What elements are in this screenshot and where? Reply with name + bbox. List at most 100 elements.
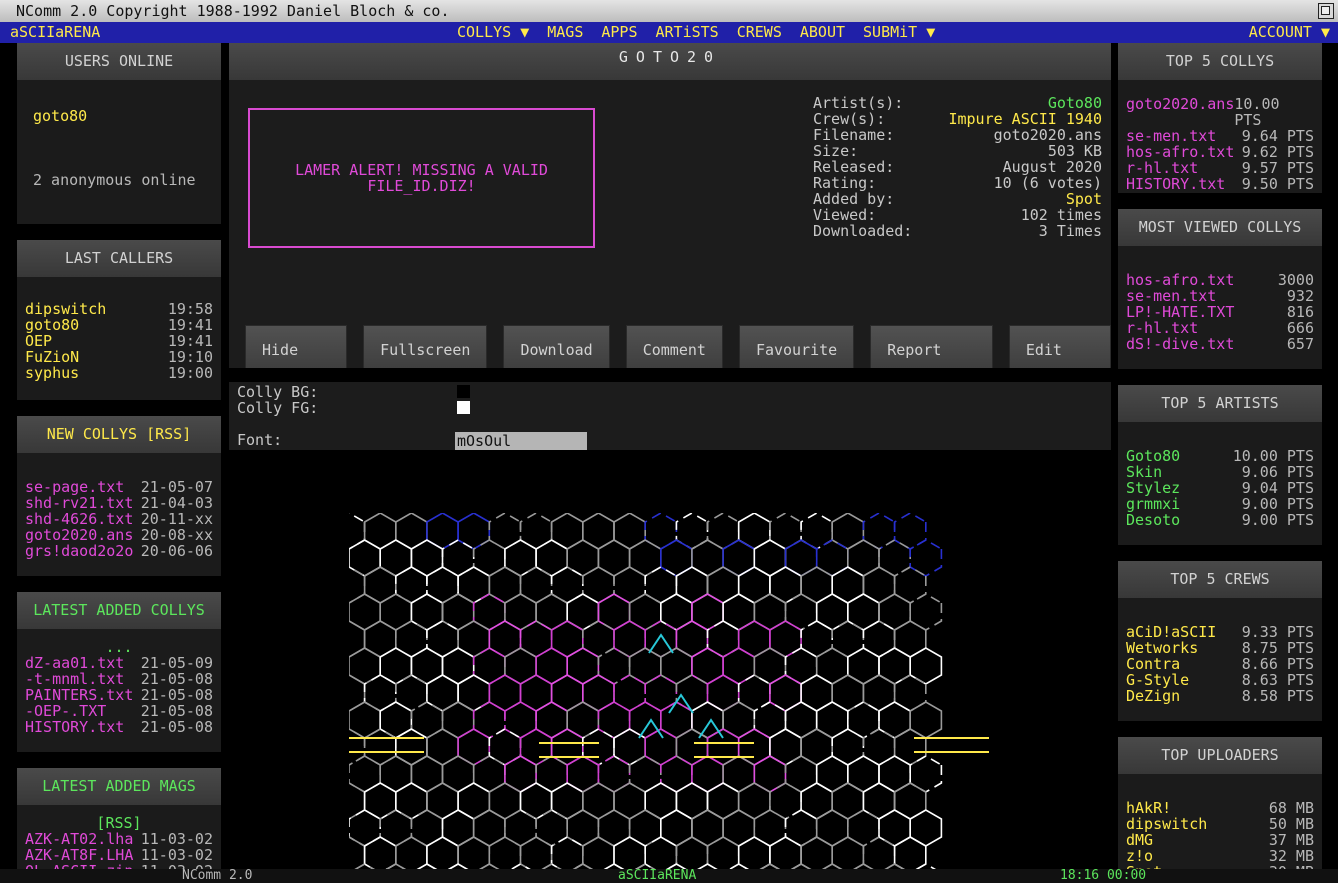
uploader-row[interactable]: z!o 32 MB [1126,848,1314,864]
menu-item-crews[interactable]: CREWS [737,22,782,43]
top-colly-row-name[interactable]: hos-afro.txt [1126,144,1234,160]
viewed-colly-row-name[interactable]: se-men.txt [1126,288,1216,304]
colly-row[interactable]: goto2020.ans 20-08-xx [25,527,213,543]
meta-value[interactable]: Impure ASCII 1940 [948,111,1102,127]
hide-colly-button[interactable]: Hide Colly [245,325,348,407]
top-colly-row[interactable]: r-hl.txt 9.57 PTS [1126,160,1314,176]
viewed-colly-row-name[interactable]: hos-afro.txt [1126,272,1234,288]
viewed-colly-row-name[interactable]: LP!-HATE.TXT [1126,304,1234,320]
comment-button[interactable]: Comment [625,325,723,373]
crew-row-name[interactable]: aCiD!aSCII [1126,624,1216,640]
favourite-button[interactable]: Favourite [738,325,855,373]
crew-row-name[interactable]: Contra [1126,656,1180,672]
artist-row-name[interactable]: Goto80 [1126,448,1180,464]
viewed-colly-row[interactable]: dS!-dive.txt 657 [1126,336,1314,352]
colly-row-name[interactable]: grs!daod2o2o [25,543,133,559]
font-select[interactable]: mOsOul [455,432,587,450]
colly-row-name[interactable]: se-page.txt [25,479,124,495]
crew-row[interactable]: Wetworks 8.75 PTS [1126,640,1314,656]
artist-row-name[interactable]: Desoto [1126,512,1180,528]
viewed-colly-row-name[interactable]: r-hl.txt [1126,320,1198,336]
mag-row-name[interactable]: AZK-AT8F.LHA [25,847,133,863]
meta-value[interactable]: Spot [1066,191,1102,207]
uploader-row-name[interactable]: dMG [1126,832,1153,848]
bg-color-swatch[interactable] [457,385,470,398]
caller-row-name[interactable]: dipswitch [25,301,106,317]
uploader-row[interactable]: dipswitch 50 MB [1126,816,1314,832]
crew-row[interactable]: Contra 8.66 PTS [1126,656,1314,672]
online-user[interactable]: goto80 [33,108,205,124]
caller-row[interactable]: syphus 19:00 [25,365,213,381]
menu-item-submit[interactable]: SUBMiT ▼ [863,22,935,43]
caller-row[interactable]: OEP 19:41 [25,333,213,349]
colly-row-name[interactable]: -OEP-.TXT [25,703,106,719]
viewed-colly-row[interactable]: hos-afro.txt 3000 [1126,272,1314,288]
artist-row-name[interactable]: Stylez [1126,480,1180,496]
report-broken-button[interactable]: Report Broken [870,325,993,407]
uploader-row-name[interactable]: dipswitch [1126,816,1207,832]
crew-row[interactable]: DeZign 8.58 PTS [1126,688,1314,704]
caller-row-name[interactable]: syphus [25,365,79,381]
colly-row-name[interactable]: HISTORY.txt [25,719,124,735]
artist-row[interactable]: Desoto 9.00 PTS [1126,512,1314,528]
site-brand[interactable]: aSCIIaRENA [10,22,100,43]
uploader-row[interactable]: hAkR! 68 MB [1126,800,1314,816]
crew-row-name[interactable]: DeZign [1126,688,1180,704]
top-colly-row-name[interactable]: r-hl.txt [1126,160,1198,176]
caller-row-name[interactable]: FuZioN [25,349,79,365]
caller-row[interactable]: goto80 19:41 [25,317,213,333]
viewed-colly-row[interactable]: LP!-HATE.TXT 816 [1126,304,1314,320]
crew-row[interactable]: G-Style 8.63 PTS [1126,672,1314,688]
menu-item-mags[interactable]: MAGS [547,22,583,43]
artist-row[interactable]: Skin 9.06 PTS [1126,464,1314,480]
menu-item-account[interactable]: ACCOUNT ▼ [1249,22,1330,43]
top-colly-row[interactable]: HISTORY.txt 9.50 PTS [1126,176,1314,192]
top-colly-row-name[interactable]: se-men.txt [1126,128,1216,144]
artist-row-name[interactable]: Skin [1126,464,1162,480]
colly-row[interactable]: shd-4626.txt 20-11-xx [25,511,213,527]
crew-row-name[interactable]: Wetworks [1126,640,1198,656]
panel-title[interactable]: LATEST ADDED MAGS [RSS] [17,768,221,832]
fullscreen-button[interactable]: Fullscreen [363,325,488,373]
top-colly-row[interactable]: goto2020.ans 10.00 PTS [1126,96,1314,128]
colly-row[interactable]: -OEP-.TXT 21-05-08 [25,703,213,719]
uploader-row-name[interactable]: hAkR! [1126,800,1171,816]
viewed-colly-row[interactable]: se-men.txt 932 [1126,288,1314,304]
meta-value[interactable]: Goto80 [1048,95,1102,111]
menu-item-about[interactable]: ABOUT [800,22,845,43]
colly-row[interactable]: grs!daod2o2o 20-06-06 [25,543,213,559]
colly-row[interactable]: -t-mnml.txt 21-05-08 [25,671,213,687]
caller-row[interactable]: dipswitch 19:58 [25,301,213,317]
artist-row[interactable]: Goto80 10.00 PTS [1126,448,1314,464]
colly-row[interactable]: HISTORY.txt 21-05-08 [25,719,213,735]
top-colly-row[interactable]: hos-afro.txt 9.62 PTS [1126,144,1314,160]
colly-row-name[interactable]: dZ-aa01.txt [25,655,124,671]
caller-row-name[interactable]: OEP [25,333,52,349]
mag-row[interactable]: AZK-AT8F.LHA 11-03-02 [25,847,213,863]
caller-row-name[interactable]: goto80 [25,317,79,333]
viewed-colly-row[interactable]: r-hl.txt 666 [1126,320,1314,336]
colly-row[interactable]: se-page.txt 21-05-07 [25,479,213,495]
panel-title[interactable]: LATEST ADDED COLLYS ... [17,592,221,656]
colly-row-name[interactable]: -t-mnml.txt [25,671,124,687]
top-colly-row[interactable]: se-men.txt 9.64 PTS [1126,128,1314,144]
fg-color-swatch[interactable] [457,401,470,414]
uploader-row-name[interactable]: z!o [1126,848,1153,864]
edit-colly-button[interactable]: Edit Colly [1008,325,1111,407]
mag-row-name[interactable]: AZK-AT02.lha [25,831,133,847]
colly-row-name[interactable]: shd-rv21.txt [25,495,133,511]
window-depth-icon[interactable] [1318,3,1334,19]
artist-row-name[interactable]: grmmxi [1126,496,1180,512]
top-colly-row-name[interactable]: HISTORY.txt [1126,176,1225,192]
artist-row[interactable]: Stylez 9.04 PTS [1126,480,1314,496]
uploader-row[interactable]: dMG 37 MB [1126,832,1314,848]
colly-row-name[interactable]: PAINTERS.txt [25,687,133,703]
crew-row[interactable]: aCiD!aSCII 9.33 PTS [1126,624,1314,640]
colly-row[interactable]: shd-rv21.txt 21-04-03 [25,495,213,511]
crew-row-name[interactable]: G-Style [1126,672,1189,688]
menu-item-collys[interactable]: COLLYS ▼ [457,22,529,43]
artist-row[interactable]: grmmxi 9.00 PTS [1126,496,1314,512]
download-button[interactable]: Download [503,325,610,373]
caller-row[interactable]: FuZioN 19:10 [25,349,213,365]
colly-row[interactable]: PAINTERS.txt 21-05-08 [25,687,213,703]
